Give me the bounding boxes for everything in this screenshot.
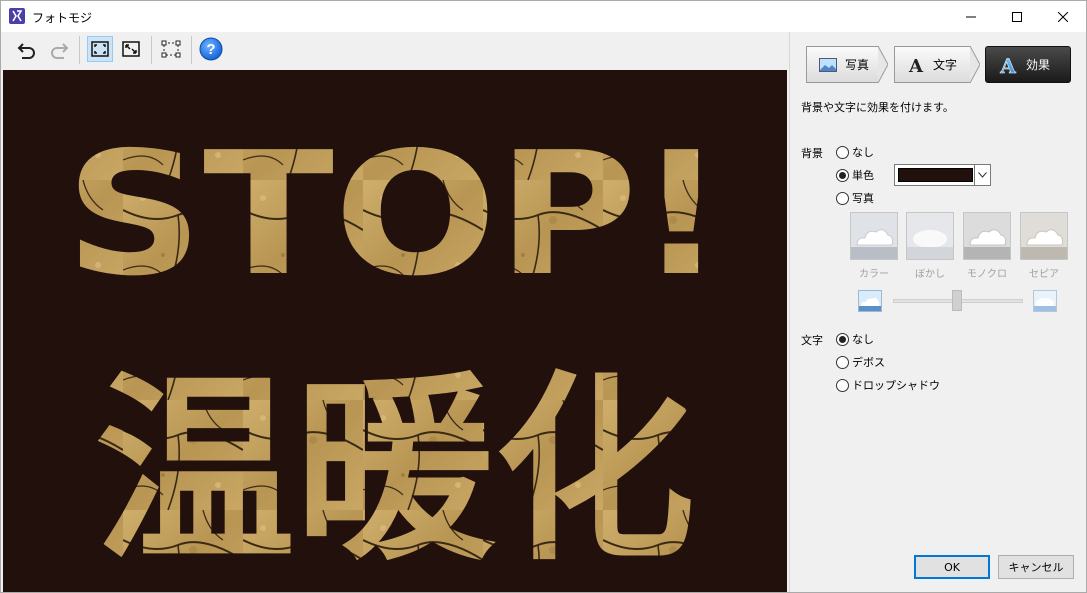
- redo-button[interactable]: [46, 36, 72, 62]
- canvas-text-line1: STOP!: [65, 116, 725, 314]
- bg-photo-radio[interactable]: 写真: [836, 190, 874, 206]
- selection-icon: [161, 40, 181, 58]
- photo-option-color[interactable]: カラー: [849, 212, 899, 280]
- color-dropdown[interactable]: [894, 164, 991, 186]
- text-a-icon: A: [908, 56, 924, 74]
- ok-button[interactable]: OK: [914, 555, 990, 579]
- undo-button[interactable]: [14, 36, 40, 62]
- window-title: フォトモジ: [32, 11, 93, 25]
- radio-icon: [836, 168, 849, 182]
- radio-icon: [836, 332, 849, 346]
- minimize-button[interactable]: [948, 1, 994, 32]
- cloud-icon: [850, 212, 898, 260]
- panel-description: 背景や文字に効果を付けます。: [801, 101, 954, 114]
- close-icon: [1058, 11, 1068, 22]
- close-button[interactable]: [1040, 1, 1086, 32]
- actual-size-icon: [122, 41, 140, 57]
- selection-button[interactable]: [158, 36, 184, 62]
- actual-size-button[interactable]: [118, 36, 144, 62]
- blurred-cloud-icon: [906, 212, 954, 260]
- text-emboss-radio[interactable]: デボス: [836, 354, 885, 370]
- preview-image: STOP! 温暖化: [65, 116, 725, 588]
- effect-a-icon: A: [999, 55, 1017, 75]
- toolbar: ?: [1, 32, 789, 70]
- undo-icon: [17, 43, 35, 59]
- toolbar-separator: [79, 36, 80, 64]
- canvas-text-line2: 温暖化: [95, 355, 695, 588]
- toolbar-separator: [191, 36, 192, 64]
- radio-icon: [836, 378, 849, 392]
- maximize-button[interactable]: [994, 1, 1040, 32]
- help-button[interactable]: ?: [198, 36, 224, 62]
- slider-handle[interactable]: [952, 290, 962, 311]
- photo-option-mono[interactable]: モノクロ: [962, 212, 1012, 280]
- app-logo-icon: [9, 8, 25, 24]
- photo-icon: [819, 57, 837, 72]
- step-text[interactable]: A 文字: [894, 46, 980, 83]
- fit-window-icon: [91, 41, 109, 57]
- background-label: 背景: [801, 147, 823, 160]
- settings-panel: 写真 A 文字 A 効果 背景や文字に効果を付けます。 背景 なし 単色 写真 …: [789, 32, 1086, 592]
- color-swatch: [898, 168, 973, 182]
- title-bar: フォトモジ: [1, 1, 1086, 32]
- minimize-icon: [966, 16, 976, 17]
- slider-min-icon: [858, 290, 882, 312]
- cloud-icon: [1020, 212, 1068, 260]
- bg-none-radio[interactable]: なし: [836, 144, 874, 160]
- svg-text:A: A: [999, 55, 1016, 75]
- preview-canvas[interactable]: STOP! 温暖化: [3, 70, 787, 592]
- bg-solid-radio[interactable]: 単色: [836, 167, 874, 183]
- radio-icon: [836, 191, 849, 205]
- step-arrow: [970, 46, 980, 83]
- svg-text:A: A: [908, 56, 924, 74]
- app-window: フォトモジ ? STOP! 温暖化 写真 A 文字 A 効果 背景や文字に効果を…: [0, 0, 1087, 593]
- photo-option-blur[interactable]: ぼかし: [905, 212, 955, 280]
- cancel-button[interactable]: キャンセル: [998, 555, 1074, 579]
- photo-option-sepia[interactable]: セピア: [1019, 212, 1069, 280]
- svg-text:?: ?: [206, 41, 215, 58]
- cloud-icon: [963, 212, 1011, 260]
- redo-icon: [51, 43, 69, 59]
- maximize-icon: [1012, 11, 1022, 22]
- text-none-radio[interactable]: なし: [836, 331, 874, 347]
- toolbar-separator: [151, 36, 152, 64]
- fit-window-button[interactable]: [87, 36, 113, 62]
- text-effect-label: 文字: [801, 334, 823, 347]
- chevron-down-icon: [974, 165, 990, 185]
- step-effect[interactable]: A 効果: [985, 46, 1071, 83]
- step-photo[interactable]: 写真: [806, 46, 888, 83]
- radio-icon: [836, 145, 849, 159]
- slider-max-icon: [1033, 290, 1057, 312]
- radio-icon: [836, 355, 849, 369]
- help-icon: ?: [199, 37, 223, 61]
- step-arrow: [878, 46, 888, 83]
- text-shadow-radio[interactable]: ドロップシャドウ: [836, 377, 940, 393]
